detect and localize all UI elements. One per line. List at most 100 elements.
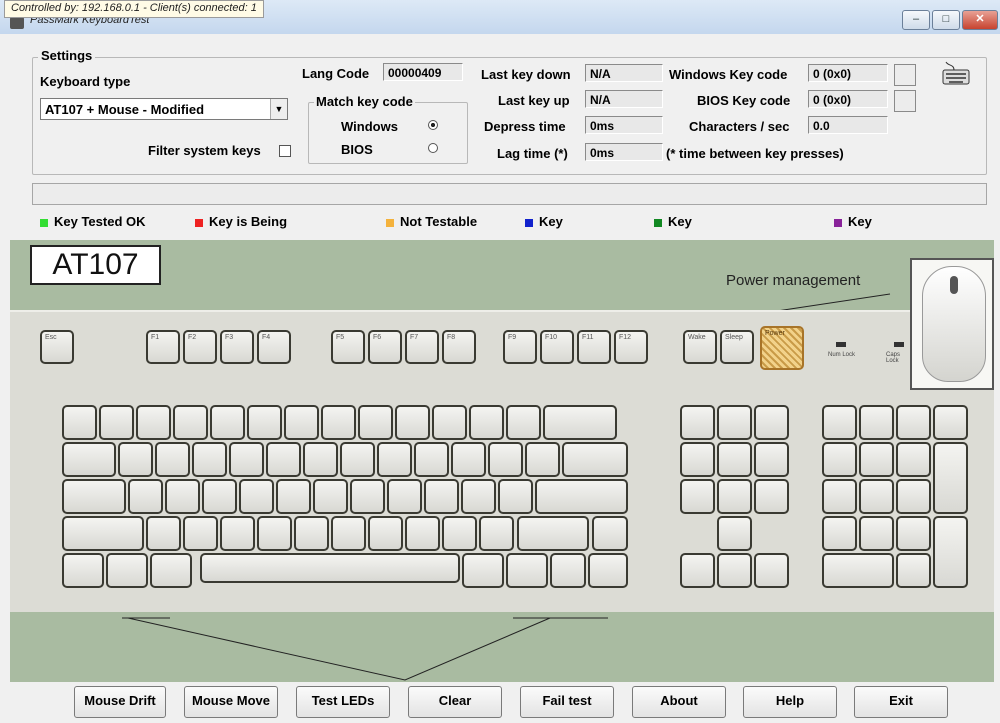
- key-row2-5[interactable]: [303, 442, 338, 477]
- key-row2-6[interactable]: [340, 442, 375, 477]
- key-f8[interactable]: F8: [442, 330, 476, 364]
- about-button[interactable]: About: [632, 686, 726, 718]
- key-up[interactable]: [717, 516, 752, 551]
- key-row4-8[interactable]: [442, 516, 477, 551]
- key-row3-6[interactable]: [350, 479, 385, 514]
- key-num-6[interactable]: [284, 405, 319, 440]
- key-numpad-0[interactable]: [822, 553, 894, 588]
- key-row3-4[interactable]: [276, 479, 311, 514]
- key-row3-3[interactable]: [239, 479, 274, 514]
- test-leds-button[interactable]: Test LEDs: [296, 686, 390, 718]
- key-nav-0-2[interactable]: [754, 405, 789, 440]
- key-backslash[interactable]: [592, 516, 628, 551]
- key-f5[interactable]: F5: [331, 330, 365, 364]
- key-left-alt[interactable]: [150, 553, 192, 588]
- key-row3-5[interactable]: [313, 479, 348, 514]
- mouse-drift-button[interactable]: Mouse Drift: [74, 686, 166, 718]
- key-row4-0[interactable]: [146, 516, 181, 551]
- key-nav-2-1[interactable]: [717, 479, 752, 514]
- key-nav-1-1[interactable]: [717, 442, 752, 477]
- key-caps-lock[interactable]: [62, 479, 126, 514]
- key-num-12[interactable]: [506, 405, 541, 440]
- key-row2-3[interactable]: [229, 442, 264, 477]
- key-row2-9[interactable]: [451, 442, 486, 477]
- key-row2-10[interactable]: [488, 442, 523, 477]
- key-f4[interactable]: F4: [257, 330, 291, 364]
- key-sleep[interactable]: Sleep: [720, 330, 754, 364]
- key-row4-2[interactable]: [220, 516, 255, 551]
- key-row3-9[interactable]: [461, 479, 496, 514]
- key-row2-4[interactable]: [266, 442, 301, 477]
- key-row3-1[interactable]: [165, 479, 200, 514]
- key-left-shift[interactable]: [62, 516, 144, 551]
- key-row3-10[interactable]: [498, 479, 533, 514]
- key-num-4[interactable]: [210, 405, 245, 440]
- key-wake[interactable]: Wake: [683, 330, 717, 364]
- key-numpad-enter[interactable]: [933, 516, 968, 588]
- minimize-button[interactable]: –: [902, 10, 930, 30]
- key-menu[interactable]: [550, 553, 586, 588]
- key-nav-1-2[interactable]: [754, 442, 789, 477]
- key-row4-1[interactable]: [183, 516, 218, 551]
- key-numpad-r3-1[interactable]: [859, 516, 894, 551]
- key-numpad-r2-2[interactable]: [896, 479, 931, 514]
- key-num-5[interactable]: [247, 405, 282, 440]
- key-esc[interactable]: Esc: [40, 330, 74, 364]
- key-row4-5[interactable]: [331, 516, 366, 551]
- key-num-3[interactable]: [173, 405, 208, 440]
- key-row4-7[interactable]: [405, 516, 440, 551]
- key-nav-0-1[interactable]: [717, 405, 752, 440]
- key-f6[interactable]: F6: [368, 330, 402, 364]
- key-num-1[interactable]: [99, 405, 134, 440]
- key-row2-7[interactable]: [377, 442, 412, 477]
- key-numpad-r0-2[interactable]: [896, 405, 931, 440]
- key-row2-11[interactable]: [525, 442, 560, 477]
- key-row4-4[interactable]: [294, 516, 329, 551]
- help-button[interactable]: Help: [743, 686, 837, 718]
- key-row2-1[interactable]: [155, 442, 190, 477]
- key-enter[interactable]: [535, 479, 628, 514]
- key-numpad-dot[interactable]: [896, 553, 931, 588]
- key-nav-1-0[interactable]: [680, 442, 715, 477]
- key-f11[interactable]: F11: [577, 330, 611, 364]
- key-num-9[interactable]: [395, 405, 430, 440]
- key-f12[interactable]: F12: [614, 330, 648, 364]
- filter-system-keys-checkbox[interactable]: [279, 145, 291, 157]
- key-num-11[interactable]: [469, 405, 504, 440]
- key-left[interactable]: [680, 553, 715, 588]
- key-tab[interactable]: [62, 442, 116, 477]
- key-row3-2[interactable]: [202, 479, 237, 514]
- key-numpad-r2-0[interactable]: [822, 479, 857, 514]
- maximize-button[interactable]: □: [932, 10, 960, 30]
- fail-test-button[interactable]: Fail test: [520, 686, 614, 718]
- key-num-0[interactable]: [62, 405, 97, 440]
- mouse-move-button[interactable]: Mouse Move: [184, 686, 278, 718]
- key-numpad-r2-1[interactable]: [859, 479, 894, 514]
- key-f1[interactable]: F1: [146, 330, 180, 364]
- match-bios-radio[interactable]: [428, 143, 438, 153]
- key-numpad-plus[interactable]: [933, 442, 968, 514]
- key-nav-2-0[interactable]: [680, 479, 715, 514]
- key-numpad-r3-0[interactable]: [822, 516, 857, 551]
- keyboard-type-select[interactable]: AT107 + Mouse - Modified ▼: [40, 98, 288, 120]
- key-right[interactable]: [754, 553, 789, 588]
- key-row2-0[interactable]: [118, 442, 153, 477]
- key-left-ctrl[interactable]: [62, 553, 104, 588]
- key-numpad-r0-0[interactable]: [822, 405, 857, 440]
- close-button[interactable]: ✕: [962, 10, 998, 30]
- key-backspace[interactable]: [543, 405, 617, 440]
- key-right-alt[interactable]: [462, 553, 504, 588]
- key-numpad-r1-2[interactable]: [896, 442, 931, 477]
- key-space[interactable]: [200, 553, 460, 583]
- key-power[interactable]: Power: [760, 326, 804, 370]
- key-f10[interactable]: F10: [540, 330, 574, 364]
- clear-button[interactable]: Clear: [408, 686, 502, 718]
- key-f9[interactable]: F9: [503, 330, 537, 364]
- key-row4-9[interactable]: [479, 516, 514, 551]
- key-row4-6[interactable]: [368, 516, 403, 551]
- key-f2[interactable]: F2: [183, 330, 217, 364]
- exit-button[interactable]: Exit: [854, 686, 948, 718]
- key-nav-2-2[interactable]: [754, 479, 789, 514]
- key-left-win[interactable]: [106, 553, 148, 588]
- key-right-ctrl[interactable]: [588, 553, 628, 588]
